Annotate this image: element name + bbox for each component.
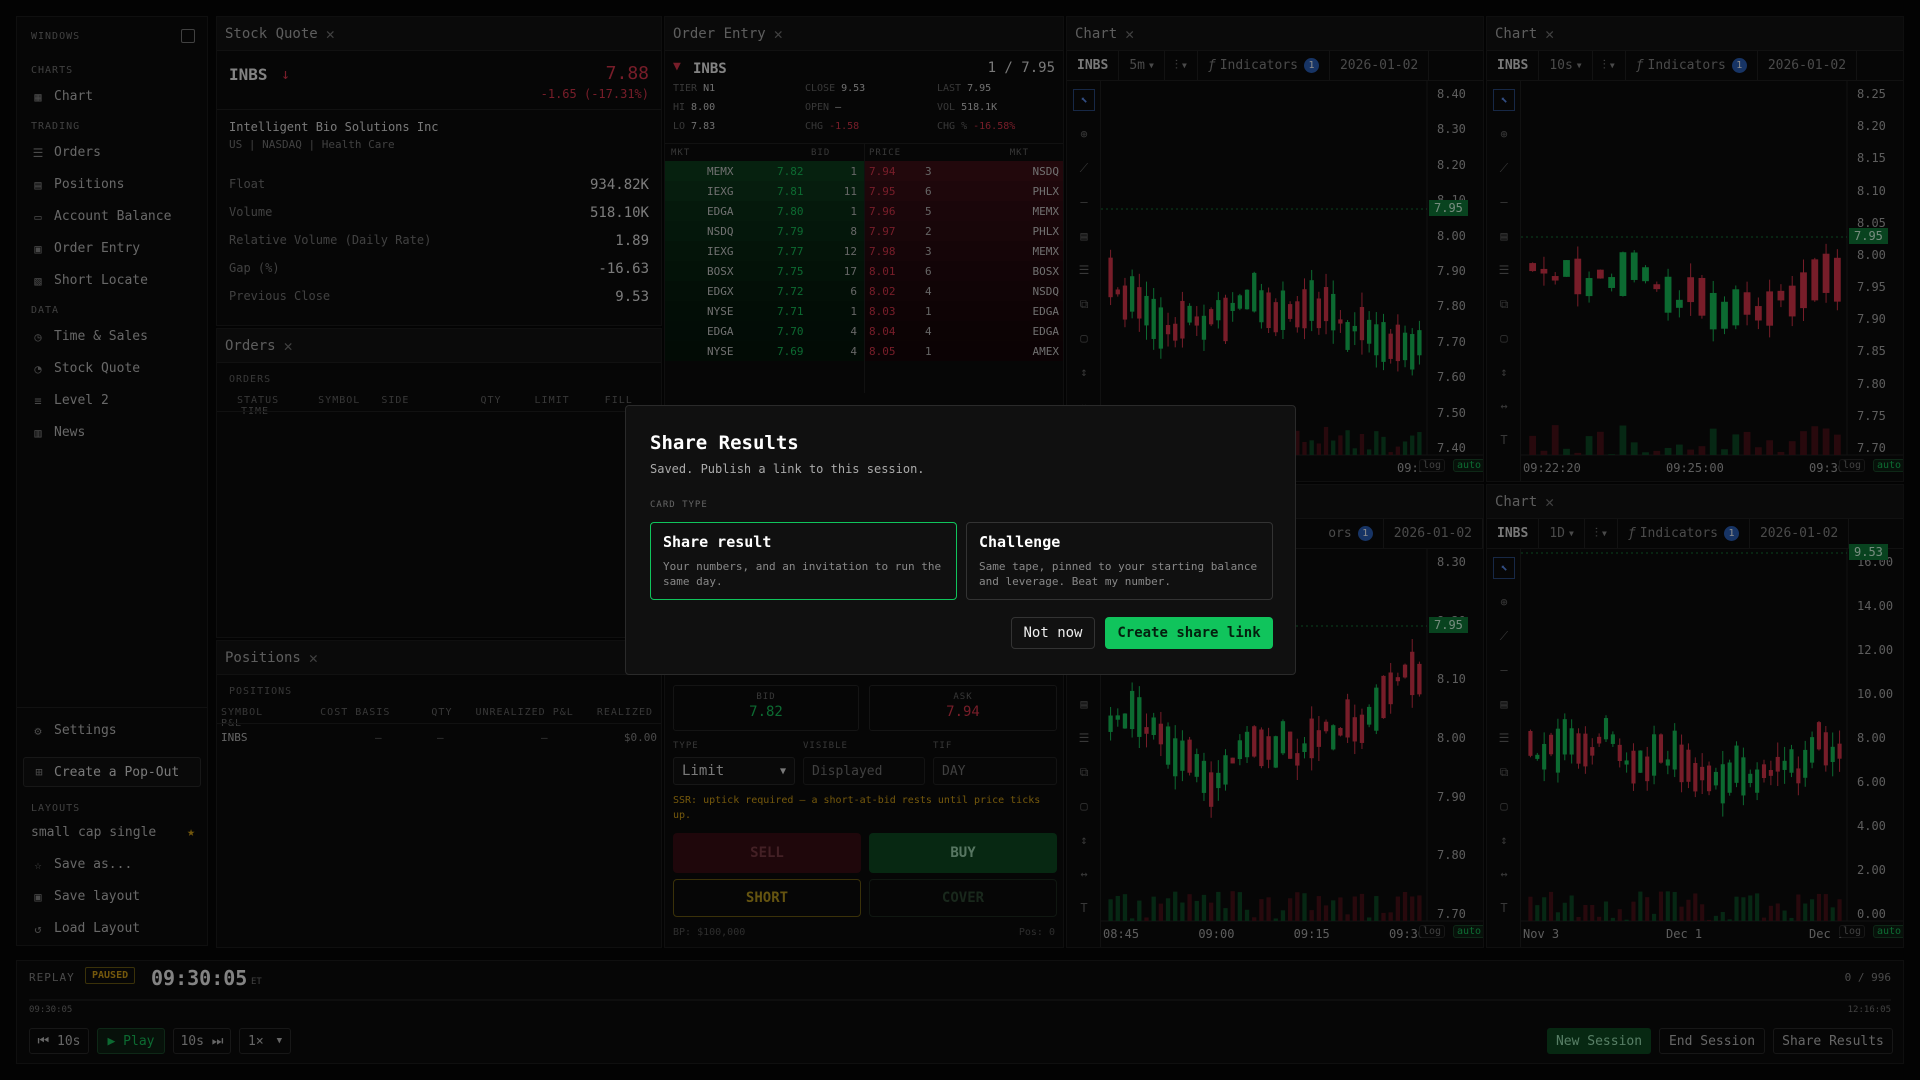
card-description: Same tape, pinned to your starting balan…	[979, 560, 1258, 588]
share-results-modal: Share Results Saved. Publish a link to t…	[625, 405, 1296, 675]
card-share-result[interactable]: Share result Your numbers, and an invita…	[650, 522, 957, 600]
card-challenge[interactable]: Challenge Same tape, pinned to your star…	[966, 522, 1273, 600]
card-title: Share result	[663, 533, 772, 551]
card-title: Challenge	[979, 533, 1061, 551]
trading-app: WINDOWS CHARTS ▦ Chart TRADING ☰ Orders ▤ P…	[0, 0, 1920, 1080]
card-type-label: CARD TYPE	[650, 500, 708, 510]
not-now-button[interactable]: Not now	[1011, 617, 1095, 649]
create-share-link-button[interactable]: Create share link	[1105, 617, 1273, 649]
modal-subtitle: Saved. Publish a link to this session.	[650, 462, 925, 476]
modal-title: Share Results	[650, 432, 799, 454]
card-description: Your numbers, and an invitation to run t…	[663, 560, 942, 588]
